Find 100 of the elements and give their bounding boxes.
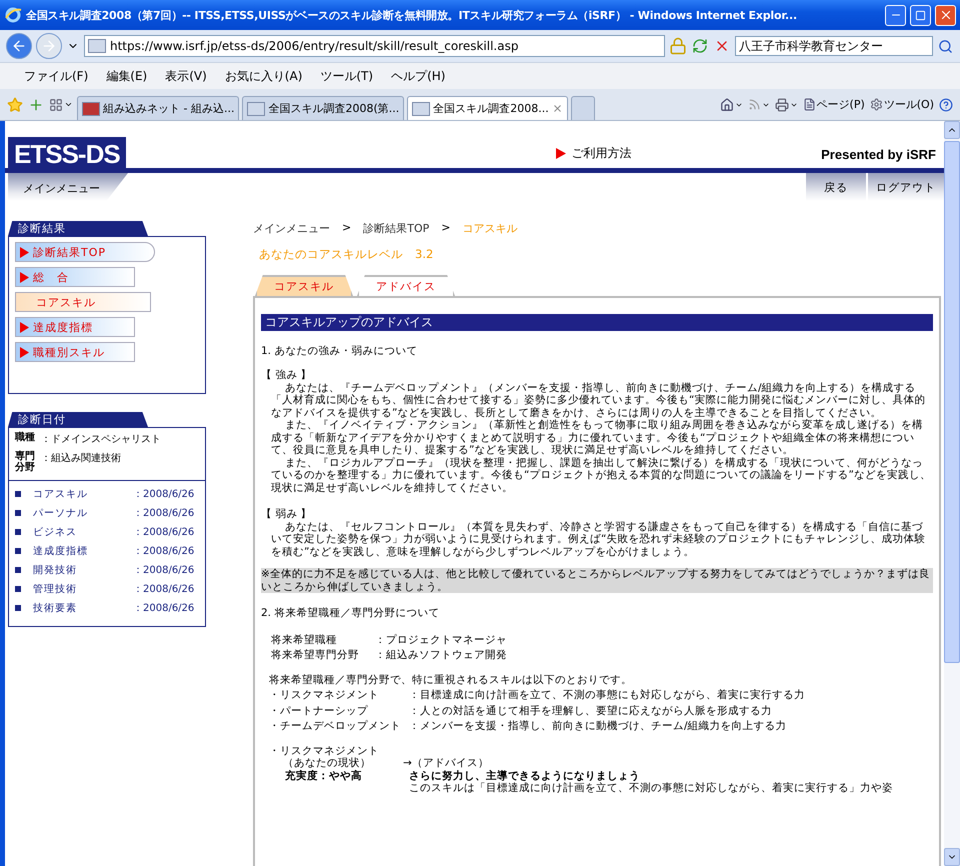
grid-icon [49,98,63,112]
nav-button[interactable]: 戻る [804,173,866,201]
close-button[interactable] [935,4,956,26]
page-menu-button[interactable]: ページ(P) [802,97,866,112]
breadcrumb-separator: > [342,221,352,236]
section-title: 1. あなたの強み・弱みについて [261,344,418,357]
triangle-icon [20,346,29,358]
tools-menu-button[interactable]: ツール(O) [868,97,935,112]
refresh-button[interactable] [691,38,709,54]
favicon-icon [88,39,106,53]
skill-name: 技術要素 [33,602,78,615]
presented-by-text: Presented by iSRF [821,147,936,162]
panel-title: 診断日付 [8,412,148,427]
sidebar-menu-button[interactable]: コアスキル [15,292,151,312]
print-button[interactable] [774,98,799,112]
main-menu-tab[interactable]: メインメニュー [8,173,128,201]
breadcrumb-link[interactable]: メインメニュー [253,221,330,236]
sidebar-menu-button[interactable]: 総 合 [15,267,135,287]
skill-name: 達成度指標 [33,544,89,558]
field-label: 将来希望専門分野 [271,649,360,662]
triangle-icon [20,246,29,258]
diagnosis-date: ：2008/6/26 [133,488,194,501]
minimize-button[interactable] [885,4,906,26]
menu-item[interactable]: ヘルプ(H) [385,66,452,86]
sidebar-menu-button[interactable]: 職種別スキル [15,342,135,362]
diagnosis-date: ：2008/6/26 [133,583,194,596]
browser-logo-icon [4,6,22,24]
maximize-button[interactable] [910,4,931,26]
menu-item[interactable]: 表示(V) [159,66,213,86]
menu-item[interactable]: ツール(T) [314,66,380,86]
menu-item[interactable]: お気に入り(A) [218,66,308,86]
status-label: （あなたの現状） [283,757,372,770]
address-field[interactable]: https://www.isrf.jp/etss-ds/2006/entry/result/skill/result_coreskill.asp [84,35,665,57]
nav-button[interactable]: ログアウト [866,173,944,201]
triangle-icon [20,272,29,282]
menu-item[interactable]: 編集(E) [100,66,154,86]
search-button[interactable] [937,38,954,54]
quick-tabs-button[interactable] [48,98,74,112]
diagnosis-date: ：2008/6/26 [133,564,194,577]
core-skill-level: あなたのコアスキルレベル 3.2 [259,247,434,262]
profile-value: ：ドメインスペシャリスト [41,433,161,446]
skill-name: パーソナル [33,507,89,520]
skill-name: ・チームデベロップメント [269,720,402,732]
square-bullet-icon [15,491,21,497]
diagnosis-date: ：2008/6/26 [133,602,194,615]
skill-name: ・パートナーシップ [269,704,369,717]
profile-value: ：組込み関連技術 [41,452,121,466]
search-field[interactable]: 八王子市科学教育センター [735,36,933,56]
menu-item[interactable]: ファイル(F) [18,66,94,86]
printer-icon [774,98,789,112]
favicon-icon [82,102,100,116]
advice-label: →（アドバイス） [403,757,489,770]
skill-name: ・リスクマネジメント [269,689,380,702]
help-icon [939,98,953,112]
home-button[interactable] [718,98,744,112]
browser-tab[interactable]: 全国スキル調査2008(第... [242,96,404,120]
square-bullet-icon [15,510,21,516]
strength-paragraph: また、『イノベイティブ・アクション』（革新性と創造性をもって物事に取り組み周囲を巻き込みながら変革を成し遂げる）を構成する「斬新なアイデアを分かりやすくまとめて説明する」力に優れています。今後も“プロジェクトや組織全体の将来構想について、役員に意見を具申したり、提案する”などを実践し、現状に満足せず高いレベルを維持してください。 [270,419,924,456]
diagnosis-date: ：2008/6/26 [133,526,194,539]
advice-text: このスキルは「目標達成に向け計画を立て、不測の事態に対応しながら、着実に実行する」力や姿 [408,782,894,794]
page-icon [802,98,816,111]
skill-description: ：メンバーを支援・指導し、前向きに動機づけ、チーム/組織力を向上する力 [409,720,787,732]
content-tab[interactable]: アドバイス [357,275,455,296]
triangle-icon [556,148,566,159]
strength-paragraph: また、『ロジカルアプローチ』（現状を整理・把握し、課題を抽出して解決に繋げる）を構成する「現状について、何がどうなっているのかを整理する」力に優れています。今後も“プロジェクトが抱える本質的な問題についての議論をリードする”などを実践し、現状に満足せず高いレベルを維持してください。 [270,456,932,494]
close-icon [552,103,563,114]
skill-name: ・リスクマネジメント [268,744,380,757]
forward-arrow-icon [41,38,57,54]
help-button[interactable] [938,98,954,112]
breadcrumb-link[interactable]: 診断結果TOP [363,221,430,236]
section-title: 2. 将来希望職種／専門分野について [261,607,440,620]
square-bullet-icon [15,586,21,592]
profile-label: 職種 [15,432,36,445]
content-tab[interactable]: コアスキル [255,275,353,296]
diagnosis-date: ：2008/6/26 [133,507,194,520]
maximize-icon [915,10,926,20]
favicon-icon [247,102,266,116]
field-value: ：プロジェクトマネージャ [375,634,507,646]
home-icon [720,98,734,112]
square-bullet-icon [15,605,21,611]
note-text: ※全体的に力不足を感じている人は、他と比較して優れているところからレベルアップする努力をしてみてはどうでしょうか？まずは良いところから伸ばしていきましょう。 [261,568,933,593]
field-label: 将来希望職種 [271,634,338,646]
back-button[interactable] [6,33,32,59]
advice-headline: さらに努力し、主導できるようになりましょう [409,770,641,782]
panel-title: 診断結果 [8,221,148,236]
feed-icon [748,98,761,111]
breadcrumb-separator: > [441,221,450,236]
scroll-thumb[interactable] [944,141,960,663]
browser-tab[interactable]: 全国スキル調査2008... [407,96,568,120]
window-title: 全国スキル調査2008（第7回）-- ITSS,ETSS,UISSがベースのスキル診断を無料開放。ITスキル研究フォーラム（iSRF） - Windows Internet Explor... [26,8,798,22]
square-bullet-icon [15,567,21,573]
sidebar-menu-button[interactable]: 診断結果TOP [15,242,155,262]
sidebar-menu-button[interactable]: 達成度指標 [15,317,135,337]
diagnosis-date: ：2008/6/26 [133,545,194,558]
browser-tab[interactable]: 組み込みネット - 組み込... [77,96,240,120]
scrollbar[interactable] [944,121,960,866]
usage-link[interactable]: ご利用方法 [556,145,632,162]
skills-intro: 将来希望職種／専門分野で、特に重視されるスキルは以下のとおりです。 [268,674,633,686]
profile-label: 専門分野 [15,451,36,473]
new-tab-button[interactable] [570,96,595,120]
